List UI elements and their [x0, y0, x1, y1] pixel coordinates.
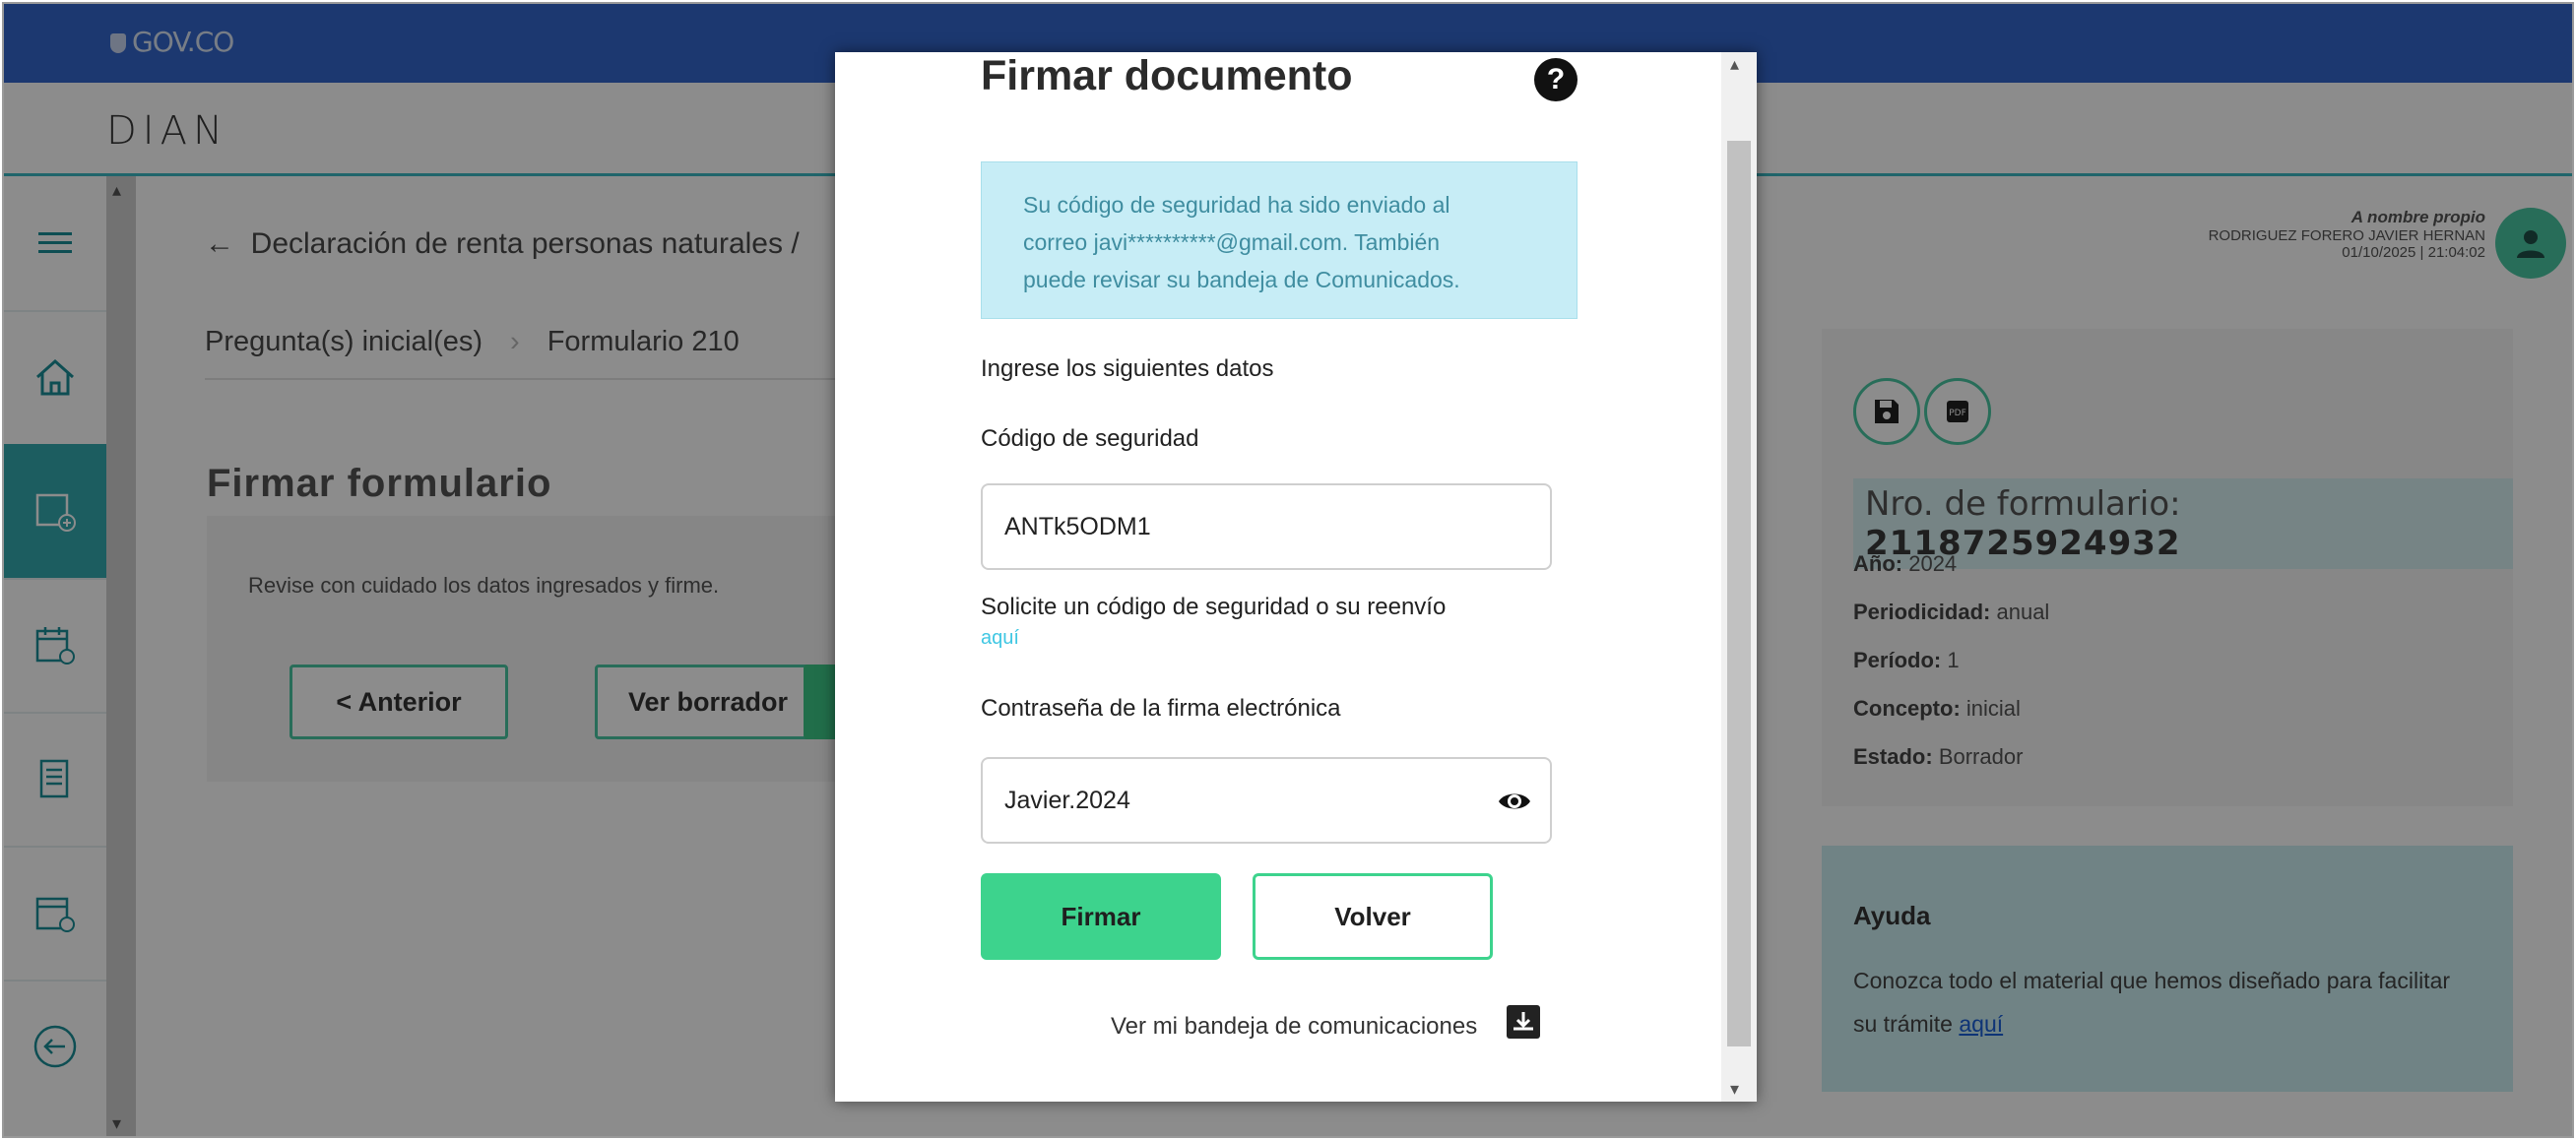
request-code-link[interactable]: aquí	[981, 627, 1019, 650]
sign-document-modal: Firmar documento ? Su código de segurida…	[835, 52, 1757, 1102]
browser-frame: GOV.CO DIAN ▴ ▾ ← Declaración de renta p…	[2, 2, 2574, 1138]
password-input[interactable]: Javier.2024	[981, 757, 1552, 844]
modal-scroll-down-icon[interactable]: ▾	[1730, 1079, 1739, 1100]
eye-icon[interactable]	[1497, 784, 1532, 819]
request-code-text: Solicite un código de seguridad o su ree…	[981, 594, 1447, 620]
alert-line-1: Su código de seguridad ha sido enviado a…	[1023, 192, 1450, 218]
help-question-icon[interactable]: ?	[1534, 58, 1578, 101]
enter-data-label: Ingrese los siguientes datos	[981, 355, 1274, 382]
password-label: Contraseña de la firma electrónica	[981, 695, 1341, 722]
sign-button[interactable]: Firmar	[981, 873, 1221, 960]
security-code-alert: Su código de seguridad ha sido enviado a…	[981, 161, 1578, 319]
security-code-label: Código de seguridad	[981, 425, 1199, 452]
security-code-input[interactable]: ANTk5ODM1	[981, 483, 1552, 570]
inbox-download-icon[interactable]	[1507, 1005, 1540, 1039]
modal-scrollbar[interactable]: ▴ ▾	[1721, 52, 1757, 1102]
back-button[interactable]: Volver	[1253, 873, 1493, 960]
modal-scroll-up-icon[interactable]: ▴	[1730, 54, 1739, 75]
modal-scroll-thumb[interactable]	[1727, 141, 1751, 1046]
alert-line-3: puede revisar su bandeja de Comunicados.	[1023, 267, 1460, 292]
inbox-arrow-glyph	[1513, 1012, 1533, 1031]
password-value: Javier.2024	[1004, 786, 1130, 814]
inbox-link[interactable]: Ver mi bandeja de comunicaciones	[1111, 1013, 1477, 1041]
modal-title: Firmar documento	[981, 52, 1353, 99]
security-code-value: ANTk5ODM1	[1004, 512, 1151, 540]
alert-line-2: correo javi**********@gmail.com. También	[1023, 229, 1441, 255]
